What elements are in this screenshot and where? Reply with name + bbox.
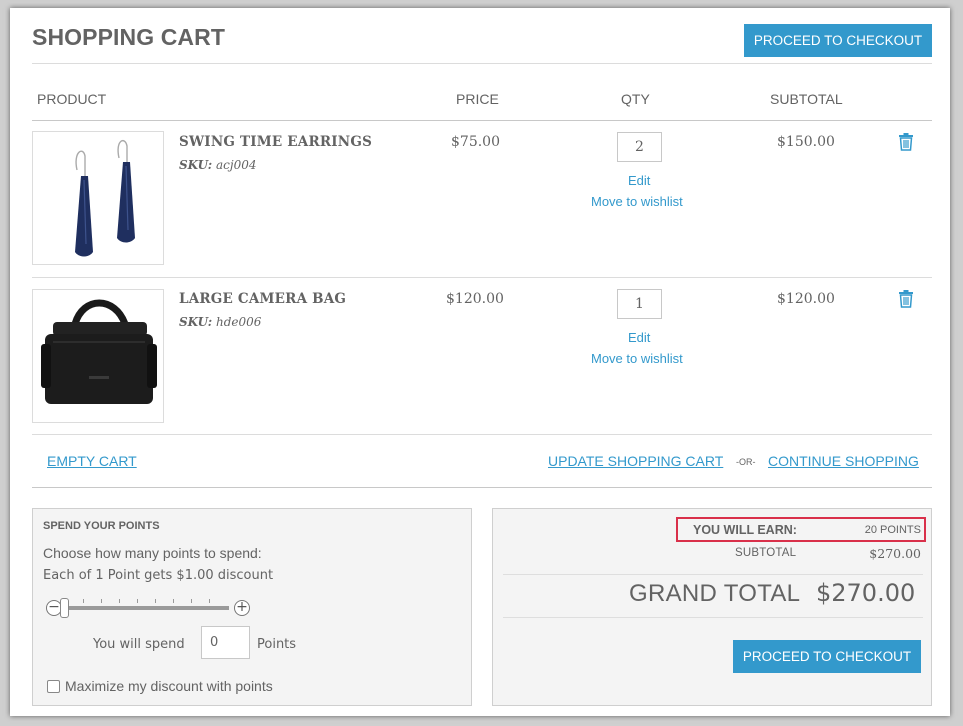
slider-tick bbox=[209, 599, 210, 603]
cart-totals-panel: YOU WILL EARN: 20 POINTS SUBTOTAL $270.0… bbox=[492, 508, 932, 706]
divider bbox=[32, 277, 932, 278]
earrings-illustration bbox=[75, 139, 135, 257]
divider bbox=[32, 434, 932, 435]
slider-tick bbox=[173, 599, 174, 603]
slider-handle[interactable] bbox=[60, 598, 69, 618]
trash-icon[interactable] bbox=[899, 290, 913, 313]
sku-value: hde006 bbox=[215, 315, 262, 329]
grand-total-label: GRAND TOTAL bbox=[629, 580, 801, 607]
quantity-input[interactable] bbox=[617, 289, 662, 319]
increase-points-button[interactable]: + bbox=[234, 600, 250, 616]
slider-tick bbox=[119, 599, 120, 603]
slider-tick bbox=[191, 599, 192, 603]
maximize-discount-checkbox[interactable] bbox=[47, 680, 60, 693]
product-subtotal: $150.00 bbox=[777, 134, 835, 150]
move-to-wishlist-link[interactable]: Move to wishlist bbox=[591, 194, 683, 209]
sku-value: acj004 bbox=[215, 158, 257, 172]
edit-link[interactable]: Edit bbox=[628, 173, 650, 188]
sku-label: SKU: bbox=[179, 315, 213, 329]
camera-bag-image[interactable] bbox=[32, 289, 164, 423]
sku-label: SKU: bbox=[179, 158, 213, 172]
move-to-wishlist-link[interactable]: Move to wishlist bbox=[591, 351, 683, 366]
subtotal-label: SUBTOTAL bbox=[735, 547, 797, 559]
column-header-subtotal: SUBTOTAL bbox=[770, 91, 843, 107]
points-unit-label: Points bbox=[257, 637, 297, 652]
slider-tick bbox=[83, 599, 84, 603]
cart-page: SHOPPING CART PROCEED TO CHECKOUT PRODUC… bbox=[10, 8, 950, 716]
slider-tick bbox=[155, 599, 156, 603]
spend-points-instruction: Choose how many points to spend: bbox=[43, 545, 262, 561]
camera-bag-illustration bbox=[41, 299, 157, 404]
column-header-price: PRICE bbox=[456, 91, 499, 107]
maximize-discount-label[interactable]: Maximize my discount with points bbox=[65, 678, 273, 694]
divider bbox=[32, 120, 932, 121]
product-sku: SKU: acj004 bbox=[179, 158, 256, 172]
quantity-input[interactable] bbox=[617, 132, 662, 162]
column-header-product: PRODUCT bbox=[37, 91, 107, 107]
earrings-image[interactable] bbox=[32, 131, 164, 265]
product-price: $75.00 bbox=[451, 134, 500, 150]
divider bbox=[503, 617, 923, 618]
product-subtotal: $120.00 bbox=[777, 291, 835, 307]
update-shopping-cart-link[interactable]: UPDATE SHOPPING CART bbox=[548, 453, 723, 469]
earn-points-value: 20 POINTS bbox=[864, 524, 921, 536]
spend-points-panel: SPEND YOUR POINTS Choose how many points… bbox=[32, 508, 472, 706]
slider-tick bbox=[101, 599, 102, 603]
continue-shopping-link[interactable]: CONTINUE SHOPPING bbox=[768, 453, 919, 469]
divider bbox=[503, 574, 923, 575]
points-slider[interactable] bbox=[65, 606, 229, 610]
page-title: SHOPPING CART bbox=[32, 24, 225, 50]
spend-points-title: SPEND YOUR POINTS bbox=[43, 520, 160, 532]
divider bbox=[32, 487, 932, 488]
proceed-to-checkout-button-top[interactable]: PROCEED TO CHECKOUT bbox=[744, 24, 932, 57]
product-price: $120.00 bbox=[446, 291, 504, 307]
product-sku: SKU: hde006 bbox=[179, 315, 261, 329]
proceed-to-checkout-button-bottom[interactable]: PROCEED TO CHECKOUT bbox=[733, 640, 921, 673]
product-name[interactable]: SWING TIME EARRINGS bbox=[179, 134, 372, 150]
product-name[interactable]: LARGE CAMERA BAG bbox=[179, 291, 346, 307]
grand-total-value: $270.00 bbox=[816, 579, 916, 607]
spend-label: You will spend bbox=[93, 637, 185, 652]
points-to-spend-input[interactable]: 0 bbox=[201, 626, 250, 659]
earn-points-label: YOU WILL EARN: bbox=[693, 523, 797, 537]
divider bbox=[32, 63, 932, 64]
edit-link[interactable]: Edit bbox=[628, 330, 650, 345]
trash-icon[interactable] bbox=[899, 133, 913, 156]
or-separator: -OR- bbox=[736, 457, 756, 467]
slider-tick bbox=[137, 599, 138, 603]
subtotal-value: $270.00 bbox=[869, 546, 921, 561]
points-rate-text: Each of 1 Point gets $1.00 discount bbox=[43, 568, 274, 583]
column-header-qty: QTY bbox=[621, 91, 650, 107]
empty-cart-link[interactable]: EMPTY CART bbox=[47, 453, 137, 469]
